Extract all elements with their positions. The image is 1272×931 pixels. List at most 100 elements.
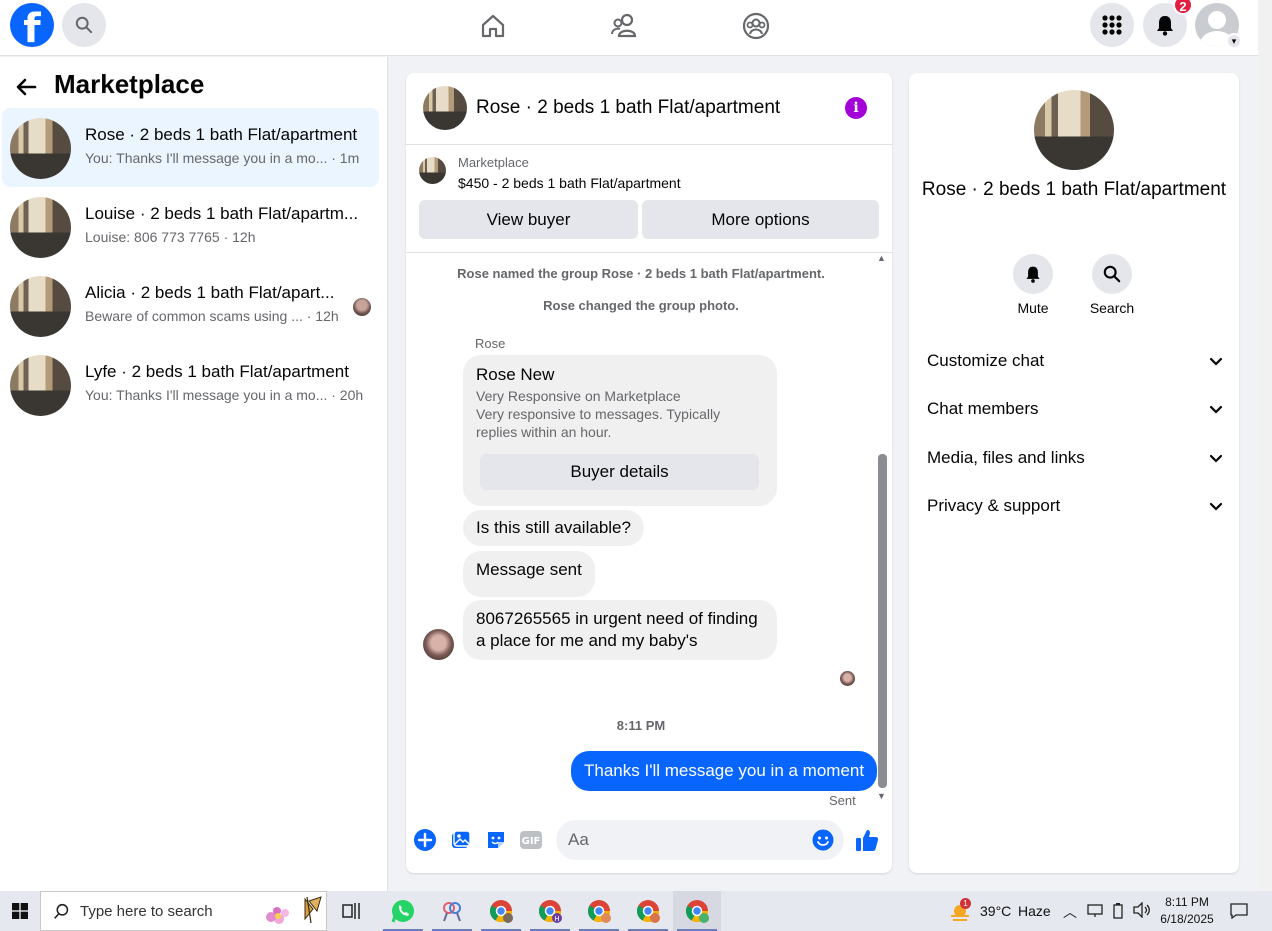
volume-icon[interactable] <box>1133 902 1151 918</box>
home-tab[interactable] <box>473 6 513 46</box>
message-bubble[interactable]: Is this still available? <box>463 510 644 546</box>
buyer-details-button[interactable]: Buyer details <box>480 454 759 490</box>
taskbar-chrome-4[interactable] <box>624 891 672 931</box>
taskbar-search-box[interactable]: Type here to search <box>40 891 327 931</box>
scroll-up-arrow[interactable]: ▲ <box>877 253 886 263</box>
taskbar-chrome-2[interactable]: H <box>526 891 574 931</box>
listing-price-title[interactable]: $450 - 2 beds 1 bath Flat/apartment <box>458 175 681 191</box>
conversation-thumbnail <box>10 118 71 179</box>
taskbar-whatsapp[interactable] <box>379 891 427 931</box>
weather-temperature: 39°C <box>980 903 1012 919</box>
conversation-name: Louise · 2 beds 1 bath Flat/apartm... <box>85 204 359 223</box>
chrome-icon <box>686 900 709 923</box>
taskbar-app-ribbon[interactable] <box>428 891 476 931</box>
chat-panel: Rose · 2 beds 1 bath Flat/apartment i Ma… <box>406 73 892 873</box>
conversation-item-alicia[interactable]: Alicia · 2 beds 1 bath Flat/apart... Bew… <box>2 266 379 345</box>
more-options-button[interactable]: More options <box>642 200 879 239</box>
section-chat-members[interactable]: Chat members <box>927 399 1223 429</box>
conversation-thumbnail <box>10 276 71 337</box>
windows-logo-icon <box>12 903 28 919</box>
taskbar-chrome-5[interactable] <box>673 891 721 931</box>
plus-icon[interactable] <box>413 828 437 852</box>
task-view-icon <box>342 903 360 919</box>
conversation-thumbnail <box>10 197 71 258</box>
facebook-logo[interactable]: f <box>10 3 54 47</box>
search-icon <box>1103 265 1121 283</box>
top-navigation-bar: f 2 ▾ <box>0 0 1258 56</box>
conversation-item-louise[interactable]: Louise · 2 beds 1 bath Flat/apartm... Lo… <box>2 187 379 266</box>
message-bubble[interactable]: Message sent <box>463 551 595 597</box>
page-scrollbar[interactable] <box>1258 0 1272 891</box>
weather-condition: Haze <box>1018 903 1051 919</box>
notification-center-icon[interactable] <box>1230 903 1248 919</box>
listing-banner: Marketplace $450 - 2 beds 1 bath Flat/ap… <box>406 145 892 253</box>
conversation-preview: You: Thanks I'll message you in a mo... … <box>85 387 364 403</box>
battery-icon[interactable] <box>1111 902 1125 920</box>
chat-title[interactable]: Rose · 2 beds 1 bath Flat/apartment <box>476 97 780 119</box>
chrome-icon: H <box>539 900 562 923</box>
section-customize-chat[interactable]: Customize chat <box>927 351 1223 381</box>
task-view-button[interactable] <box>328 891 376 931</box>
section-media-files-links[interactable]: Media, files and links <box>927 448 1223 478</box>
listing-thumbnail <box>419 157 446 184</box>
mute-button[interactable]: Mute <box>993 254 1073 316</box>
windows-taskbar: Type here to search H 1 39°C Haze ︿ 8:11… <box>0 891 1272 931</box>
back-arrow-icon[interactable] <box>14 75 38 99</box>
system-message: Rose changed the group photo. <box>543 298 739 313</box>
gif-icon[interactable]: GIF <box>519 828 543 852</box>
notification-badge: 2 <box>1173 0 1193 15</box>
clock-time: 8:11 PM <box>1165 895 1209 909</box>
system-message: Rose named the group Rose · 2 beds 1 bat… <box>457 266 825 281</box>
search-label: Search <box>1089 300 1135 316</box>
chat-scrollbar-thumb[interactable] <box>878 454 887 788</box>
chat-thumbnail[interactable] <box>423 86 467 130</box>
emoji-icon[interactable] <box>811 828 835 852</box>
message-bubble[interactable]: 8067265565 in urgent need of finding a p… <box>463 600 777 660</box>
taskbar-clock[interactable]: 8:11 PM 6/18/2025 <box>1158 894 1216 928</box>
menu-grid-icon <box>1102 15 1122 35</box>
chevron-down-icon <box>1209 357 1223 366</box>
chrome-icon <box>490 900 513 923</box>
message-input[interactable] <box>556 820 844 860</box>
conversation-item-rose[interactable]: Rose · 2 beds 1 bath Flat/apartment You:… <box>2 108 379 187</box>
message-timestamp: 8:11 PM <box>616 718 666 733</box>
windows-start-button[interactable] <box>0 891 40 931</box>
whatsapp-icon <box>391 900 414 923</box>
conversation-name: Alicia · 2 beds 1 bath Flat/apart... <box>85 283 335 302</box>
network-icon[interactable] <box>1087 902 1103 918</box>
notifications-button[interactable]: 2 <box>1143 0 1193 47</box>
info-icon[interactable]: i <box>845 97 867 119</box>
sender-avatar[interactable] <box>423 629 454 660</box>
chevron-down-icon[interactable]: ▾ <box>1226 33 1242 49</box>
search-in-chat-button[interactable]: Search <box>1072 254 1152 316</box>
logo-letter: f <box>23 6 41 47</box>
sidebar-header: Marketplace <box>14 69 204 100</box>
sticker-icon[interactable] <box>484 828 508 852</box>
chrome-icon <box>588 900 611 923</box>
groups-tab[interactable] <box>736 6 776 46</box>
avatar-head <box>1208 11 1226 29</box>
search-icon <box>75 16 93 34</box>
thumbs-up-icon[interactable] <box>855 828 879 852</box>
buyer-badge-line: Very Responsive on Marketplace <box>476 388 681 404</box>
section-privacy-support[interactable]: Privacy & support <box>927 496 1223 526</box>
home-icon <box>481 14 505 38</box>
search-button[interactable] <box>62 3 106 47</box>
chevron-up-icon[interactable]: ︿ <box>1063 902 1077 922</box>
view-buyer-button[interactable]: View buyer <box>419 200 638 239</box>
search-icon <box>54 903 69 919</box>
my-message-bubble[interactable]: Thanks I'll message you in a moment <box>571 751 878 791</box>
taskbar-chrome-3[interactable] <box>575 891 623 931</box>
clock-date: 6/18/2025 <box>1160 912 1214 926</box>
scroll-down-arrow[interactable]: ▼ <box>877 791 886 801</box>
conversation-name: Rose · 2 beds 1 bath Flat/apartment <box>85 125 358 144</box>
bell-icon <box>1026 266 1040 283</box>
photo-icon[interactable] <box>449 828 473 852</box>
taskbar-chrome-1[interactable] <box>477 891 525 931</box>
mute-label: Mute <box>1017 300 1049 316</box>
chevron-down-icon <box>1209 454 1223 463</box>
friends-tab[interactable] <box>604 6 644 46</box>
conversation-item-lyfe[interactable]: Lyfe · 2 beds 1 bath Flat/apartment You:… <box>2 345 379 424</box>
menu-button[interactable] <box>1090 3 1134 47</box>
bell-icon <box>1157 16 1173 36</box>
